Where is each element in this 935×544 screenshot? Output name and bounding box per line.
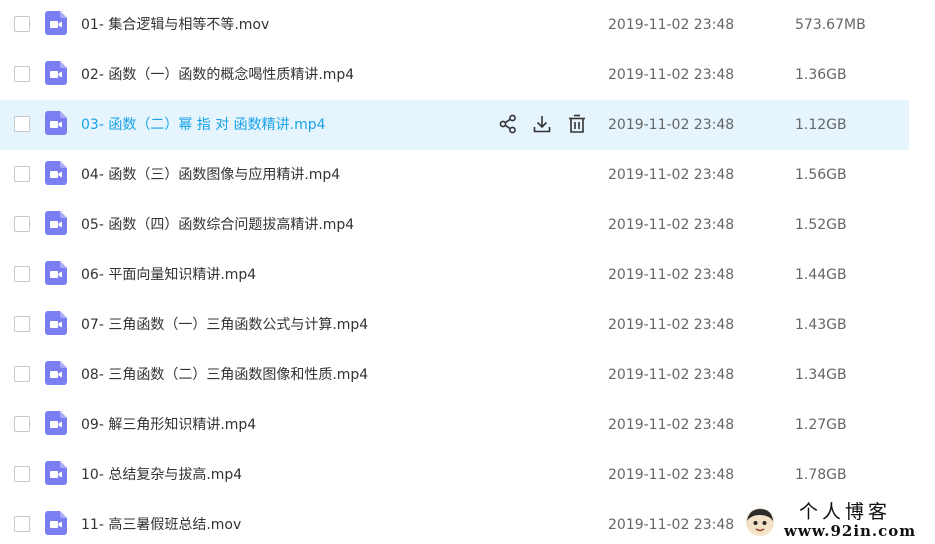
file-date: 2019-11-02 23:48: [608, 167, 735, 183]
file-name[interactable]: 06- 平面向量知识精讲.mp4: [81, 266, 256, 284]
video-file-icon: [45, 111, 67, 135]
file-name[interactable]: 01- 集合逻辑与相等不等.mov: [81, 16, 269, 34]
file-size: 1.56GB: [795, 167, 847, 183]
row-checkbox[interactable]: [14, 66, 30, 82]
file-date: 2019-11-02 23:48: [608, 417, 735, 433]
watermark: 个人博客 www.92in.com: [741, 500, 931, 544]
watermark-url: www.92in.com: [784, 522, 917, 540]
file-size: 1.78GB: [795, 467, 847, 483]
file-size: 1.43GB: [795, 317, 847, 333]
row-checkbox[interactable]: [14, 416, 30, 432]
file-date: 2019-11-02 23:48: [608, 17, 735, 33]
file-size: 1.44GB: [795, 267, 847, 283]
file-size: 1.36GB: [795, 67, 847, 83]
file-name[interactable]: 04- 函数（三）函数图像与应用精讲.mp4: [81, 166, 340, 184]
file-name[interactable]: 11- 高三暑假班总结.mov: [81, 516, 241, 534]
file-name[interactable]: 08- 三角函数（二）三角函数图像和性质.mp4: [81, 366, 368, 384]
file-size: 1.52GB: [795, 217, 847, 233]
file-name[interactable]: 07- 三角函数（一）三角函数公式与计算.mp4: [81, 316, 368, 334]
file-name[interactable]: 05- 函数（四）函数综合问题拔高精讲.mp4: [81, 216, 354, 234]
download-icon[interactable]: [531, 113, 553, 135]
file-name[interactable]: 09- 解三角形知识精讲.mp4: [81, 416, 256, 434]
file-size: 1.34GB: [795, 367, 847, 383]
row-checkbox[interactable]: [14, 316, 30, 332]
file-row[interactable]: 04- 函数（三）函数图像与应用精讲.mp4 2019-11-02 23:48 …: [0, 150, 909, 200]
file-name[interactable]: 02- 函数（一）函数的概念喝性质精讲.mp4: [81, 66, 354, 84]
row-checkbox[interactable]: [14, 466, 30, 482]
file-date: 2019-11-02 23:48: [608, 517, 735, 533]
file-list: 01- 集合逻辑与相等不等.mov 2019-11-02 23:48 573.6…: [0, 0, 935, 544]
watermark-title: 个人博客: [799, 501, 892, 523]
file-date: 2019-11-02 23:48: [608, 117, 735, 133]
file-size: 573.67MB: [795, 17, 866, 33]
file-date: 2019-11-02 23:48: [608, 367, 735, 383]
video-file-icon: [45, 311, 67, 335]
row-checkbox[interactable]: [14, 216, 30, 232]
file-row[interactable]: 05- 函数（四）函数综合问题拔高精讲.mp4 2019-11-02 23:48…: [0, 200, 909, 250]
file-row[interactable]: 09- 解三角形知识精讲.mp4 2019-11-02 23:48 1.27GB: [0, 400, 909, 450]
video-file-icon: [45, 511, 67, 535]
delete-icon[interactable]: [566, 113, 588, 135]
file-name[interactable]: 03- 函数（二）幂 指 对 函数精讲.mp4: [81, 116, 326, 134]
row-checkbox[interactable]: [14, 166, 30, 182]
file-size: 1.12GB: [795, 117, 847, 133]
row-checkbox[interactable]: [14, 16, 30, 32]
row-checkbox[interactable]: [14, 516, 30, 532]
file-date: 2019-11-02 23:48: [608, 267, 735, 283]
file-row[interactable]: 08- 三角函数（二）三角函数图像和性质.mp4 2019-11-02 23:4…: [0, 350, 909, 400]
file-name[interactable]: 10- 总结复杂与拔高.mp4: [81, 466, 242, 484]
video-file-icon: [45, 361, 67, 385]
video-file-icon: [45, 461, 67, 485]
file-date: 2019-11-02 23:48: [608, 217, 735, 233]
file-row[interactable]: 02- 函数（一）函数的概念喝性质精讲.mp4 2019-11-02 23:48…: [0, 50, 909, 100]
file-size: 1.27GB: [795, 417, 847, 433]
video-file-icon: [45, 211, 67, 235]
file-row[interactable]: 06- 平面向量知识精讲.mp4 2019-11-02 23:48 1.44GB: [0, 250, 909, 300]
share-icon[interactable]: [497, 113, 519, 135]
video-file-icon: [45, 411, 67, 435]
row-checkbox[interactable]: [14, 116, 30, 132]
file-date: 2019-11-02 23:48: [608, 317, 735, 333]
video-file-icon: [45, 11, 67, 35]
file-row[interactable]: 10- 总结复杂与拔高.mp4 2019-11-02 23:48 1.78GB: [0, 450, 909, 500]
video-file-icon: [45, 161, 67, 185]
file-row[interactable]: 01- 集合逻辑与相等不等.mov 2019-11-02 23:48 573.6…: [0, 0, 909, 50]
video-file-icon: [45, 61, 67, 85]
file-row[interactable]: 03- 函数（二）幂 指 对 函数精讲.mp4 2019-11-02 23:48…: [0, 100, 909, 150]
row-checkbox[interactable]: [14, 366, 30, 382]
video-file-icon: [45, 261, 67, 285]
cartoon-avatar-icon: [746, 508, 774, 536]
file-row[interactable]: 07- 三角函数（一）三角函数公式与计算.mp4 2019-11-02 23:4…: [0, 300, 909, 350]
file-date: 2019-11-02 23:48: [608, 67, 735, 83]
row-checkbox[interactable]: [14, 266, 30, 282]
file-date: 2019-11-02 23:48: [608, 467, 735, 483]
